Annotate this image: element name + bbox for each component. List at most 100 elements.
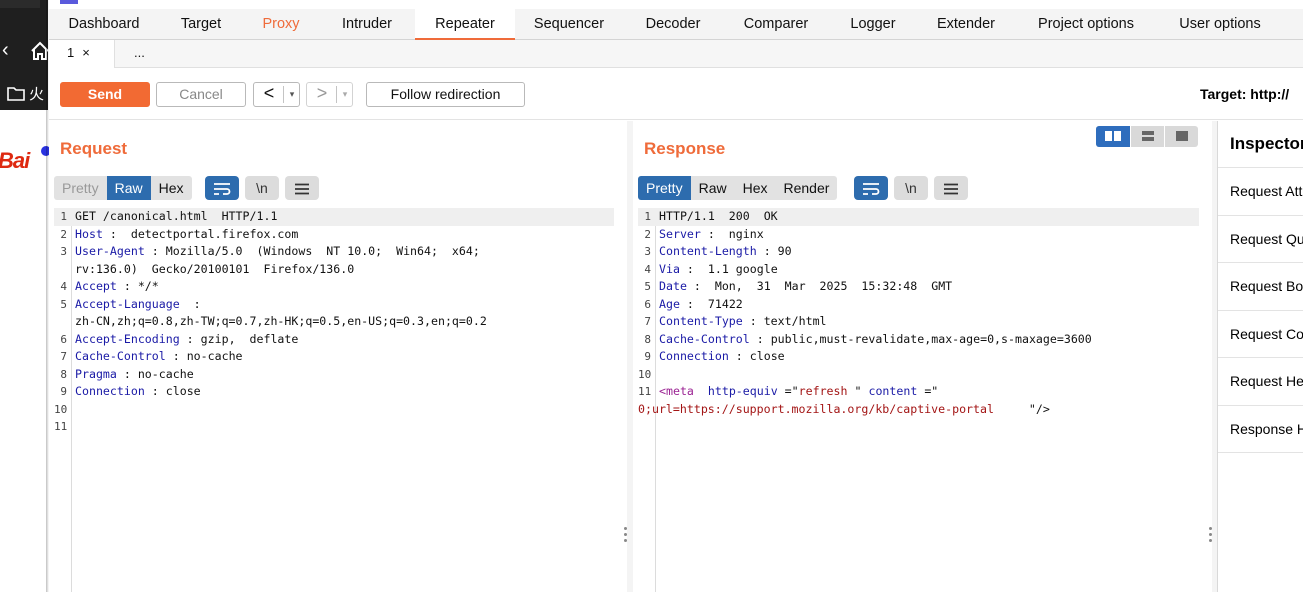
code-text: Accept : */* — [75, 278, 159, 296]
header-value: : close — [144, 384, 201, 398]
layout-stacked-icon[interactable] — [1130, 126, 1164, 147]
code-text: Cache-Control : no-cache — [75, 348, 243, 366]
tab-repeater[interactable]: Repeater — [415, 9, 515, 40]
tab-target[interactable]: Target — [159, 9, 243, 39]
code-line[interactable]: 11 — [54, 418, 614, 436]
header-value: : close — [728, 349, 785, 363]
menu-icon[interactable] — [285, 176, 319, 200]
format-raw[interactable]: Raw — [690, 176, 735, 200]
code-line[interactable]: 3 Content-Length : 90 — [638, 243, 1199, 261]
code-line[interactable]: 3 User-Agent : Mozilla/5.0 (Windows NT 10… — [54, 243, 614, 261]
follow-redirection-button[interactable]: Follow redirection — [366, 82, 525, 107]
code-text: Connection : close — [75, 383, 201, 401]
menu-icon[interactable] — [934, 176, 968, 200]
target-label[interactable]: Target: http:// — [1200, 86, 1289, 102]
inspector-request-headers[interactable]: Request Headers — [1218, 357, 1303, 404]
line-number: 1 — [60, 210, 67, 223]
code-line[interactable]: rv:136.0) Gecko/20100101 Firefox/136.0 — [54, 261, 614, 279]
format-hex[interactable]: Hex — [150, 176, 192, 200]
newline-icon[interactable]: \n — [894, 176, 928, 200]
code-line[interactable]: 4 Via : 1.1 google — [638, 261, 1199, 279]
code-line[interactable]: 9 Connection : close — [638, 348, 1199, 366]
code-line[interactable]: 5 Accept-Language : — [54, 296, 614, 314]
request-editor[interactable]: 1 GET /canonical.html HTTP/1.1 2 Host : det… — [54, 208, 614, 592]
code-line[interactable]: 10 — [54, 401, 614, 419]
tab-project-options[interactable]: Project options — [1015, 9, 1157, 39]
tab-comparer[interactable]: Comparer — [723, 9, 829, 39]
code-line[interactable]: 8 Pragma : no-cache — [54, 366, 614, 384]
new-tab-button[interactable]: ... — [134, 40, 145, 68]
code-line[interactable]: 11 <meta http-equiv ="refresh " content =… — [638, 383, 1199, 401]
line-number: 8 — [644, 332, 651, 346]
subtab-label: 1 — [67, 45, 75, 60]
format-render[interactable]: Render — [775, 176, 838, 200]
tab-user-options[interactable]: User options — [1157, 9, 1283, 39]
inspector-request-body-parameters[interactable]: Request Body Parameters — [1218, 262, 1303, 309]
inspector-request-query-parameters[interactable]: Request Query Parameters — [1218, 215, 1303, 262]
format-pretty[interactable]: Pretty — [638, 176, 691, 200]
close-icon[interactable]: × — [82, 45, 90, 60]
header-name: Content-Type — [659, 314, 743, 328]
line-number: 9 — [644, 350, 651, 363]
newline-icon[interactable]: \n — [245, 176, 279, 200]
header-value: : 1.1 google — [679, 261, 778, 276]
folder-icon[interactable] — [7, 85, 25, 101]
tab-proxy[interactable]: Proxy — [243, 9, 319, 39]
code-text: Date : Mon, 31 Mar 2025 15:32:48 GMT — [659, 278, 952, 296]
bookmark-label[interactable]: 火 — [29, 83, 44, 104]
line-number: 6 — [644, 297, 651, 311]
inspector-request-cookies[interactable]: Request Cookies — [1218, 310, 1303, 357]
code-line[interactable]: 7 Content-Type : text/html — [638, 313, 1199, 331]
code-line[interactable]: 10 — [638, 366, 1199, 384]
tab-intruder[interactable]: Intruder — [319, 9, 415, 39]
response-title: Response — [644, 139, 726, 158]
layout-toggle[interactable] — [1096, 126, 1198, 147]
next-request-button[interactable]: > ▾ — [306, 82, 353, 107]
code-line[interactable]: 4 Accept : */* — [54, 278, 614, 296]
inspector-request-attributes[interactable]: Request Attributes — [1218, 167, 1303, 214]
response-editor[interactable]: 1 HTTP/1.1 200 OK 2 Server : nginx 3 Content-… — [638, 208, 1199, 592]
format-pretty[interactable]: Pretty — [54, 176, 107, 200]
code-line[interactable]: 5 Date : Mon, 31 Mar 2025 15:32:48 GMT — [638, 278, 1199, 296]
send-button[interactable]: Send — [60, 82, 150, 107]
header-value: : Mozilla/5.0 (Windows NT 10.0; Win64; x… — [144, 244, 480, 258]
code-line[interactable]: 9 Connection : close — [54, 383, 614, 401]
code-line[interactable]: zh-CN,zh;q=0.8,zh-TW;q=0.7,zh-HK;q=0.5,e… — [54, 313, 614, 331]
layout-single-icon[interactable] — [1164, 126, 1198, 147]
separator — [336, 86, 337, 103]
code-line[interactable]: 1 GET /canonical.html HTTP/1.1 — [54, 208, 614, 226]
code-line[interactable]: 1 HTTP/1.1 200 OK — [638, 208, 1199, 226]
tab-dashboard[interactable]: Dashboard — [49, 9, 159, 39]
header-value: : gzip, deflate — [179, 331, 299, 346]
chevron-down-icon[interactable]: ▾ — [338, 83, 352, 106]
back-arrow-icon[interactable]: ‹ — [2, 40, 9, 60]
header-value: : nginx — [700, 226, 764, 241]
line-number: 2 — [60, 227, 67, 241]
format-raw[interactable]: Raw — [106, 176, 151, 200]
tab-logger[interactable]: Logger — [829, 9, 917, 39]
code-text: 0;url=https://support.mozilla.org/kb/cap… — [638, 401, 1050, 419]
line-number: 1 — [644, 210, 651, 223]
code-line[interactable]: 6 Age : 71422 — [638, 296, 1199, 314]
cancel-button[interactable]: Cancel — [156, 82, 246, 107]
code-line[interactable]: 6 Accept-Encoding : gzip, deflate — [54, 331, 614, 349]
layout-side-by-side-icon[interactable] — [1096, 126, 1130, 147]
line-number: 5 — [644, 280, 651, 293]
previous-request-button[interactable]: < ▾ — [253, 82, 300, 107]
chevron-right-icon: > — [316, 83, 328, 103]
inspector-response-headers[interactable]: Response Headers — [1218, 405, 1303, 452]
chevron-down-icon[interactable]: ▾ — [285, 83, 299, 106]
code-line[interactable]: 8 Cache-Control : public,must-revalidate,… — [638, 331, 1199, 349]
tab-extender[interactable]: Extender — [917, 9, 1015, 39]
code-line[interactable]: 7 Cache-Control : no-cache — [54, 348, 614, 366]
code-line[interactable]: 0;url=https://support.mozilla.org/kb/cap… — [638, 401, 1199, 419]
code-line[interactable]: 2 Host : detectportal.firefox.com — [54, 226, 614, 244]
tab-decoder[interactable]: Decoder — [623, 9, 723, 39]
format-hex[interactable]: Hex — [734, 176, 776, 200]
wrap-lines-icon[interactable] — [854, 176, 888, 200]
code-line[interactable]: 2 Server : nginx — [638, 226, 1199, 244]
tab-sequencer[interactable]: Sequencer — [515, 9, 623, 39]
wrap-lines-icon[interactable] — [205, 176, 239, 200]
header-value: : no-cache — [116, 366, 194, 381]
subtab-1[interactable]: 1 × — [49, 40, 115, 68]
